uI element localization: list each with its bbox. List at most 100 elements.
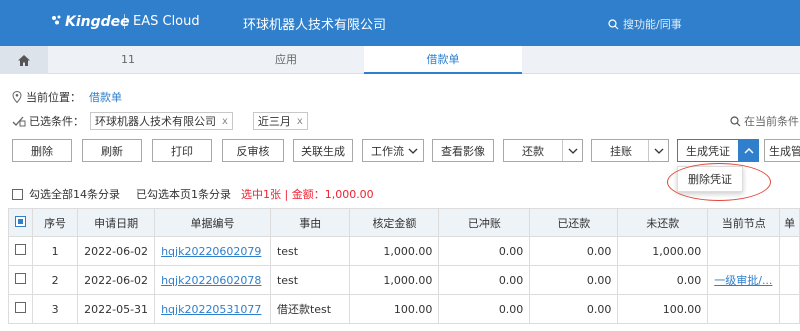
filter-row: 已选条件： 环球机器人技术有限公司 x 近三月 x bbox=[12, 111, 308, 131]
view-image-label: 查看影像 bbox=[441, 144, 485, 158]
row-checkbox-cell[interactable] bbox=[8, 236, 33, 266]
select-all-checkbox[interactable] bbox=[12, 188, 23, 200]
cell-reason: test bbox=[269, 265, 351, 295]
cell-approved: 100.00 bbox=[349, 294, 440, 324]
unaudit-button[interactable]: 反审核 bbox=[222, 139, 284, 162]
cell-reason: 借还款test bbox=[269, 294, 351, 324]
company-title[interactable]: 环球机器人技术有限公司 bbox=[243, 14, 386, 33]
kingdee-logo[interactable]: Kingdee bbox=[50, 14, 130, 30]
bill-code-link[interactable]: hqjk20220602078 bbox=[161, 274, 261, 287]
header-search[interactable]: 搜功能/同事 bbox=[608, 16, 682, 32]
cell-code: hqjk20220531077 bbox=[154, 294, 271, 324]
condition-search[interactable]: 在当前条件 bbox=[730, 113, 799, 129]
column-header[interactable]: 核定金额 bbox=[349, 208, 440, 237]
hang-account-dropdown[interactable]: 挂账 bbox=[591, 139, 669, 162]
location-value[interactable]: 借款单 bbox=[89, 91, 122, 104]
column-header[interactable]: 已冲账 bbox=[438, 208, 531, 237]
header-checkbox-cell[interactable] bbox=[8, 208, 33, 237]
column-header[interactable]: 申请日期 bbox=[77, 208, 156, 237]
related-generate-button[interactable]: 关联生成 bbox=[293, 139, 353, 162]
table-row[interactable]: 1 2022-06-02 hqjk20220602079 test 1,000.… bbox=[8, 236, 800, 266]
cell-node: 一级审批/... bbox=[707, 265, 781, 295]
chevron-down-icon bbox=[408, 148, 418, 154]
delete-button[interactable]: 删除 bbox=[12, 139, 72, 162]
cell-date: 2022-06-02 bbox=[77, 265, 156, 295]
highlight-annotation bbox=[667, 163, 771, 201]
home-icon bbox=[18, 54, 30, 66]
column-header[interactable]: 单 bbox=[779, 208, 800, 237]
filter-chip-company[interactable]: 环球机器人技术有限公司 x bbox=[90, 112, 233, 130]
location-label: 当前位置： bbox=[26, 91, 81, 104]
cell-repaid: 0.00 bbox=[529, 265, 619, 295]
cell-unpaid: 1,000.00 bbox=[617, 236, 709, 266]
close-icon[interactable]: x bbox=[222, 116, 228, 127]
filter-label: 已选条件： bbox=[29, 115, 84, 128]
hang-account-label: 挂账 bbox=[610, 144, 632, 158]
generate-voucher-toggle[interactable] bbox=[738, 140, 758, 161]
generate-more-button[interactable]: 生成管 bbox=[764, 139, 800, 162]
filter-chip-label: 环球机器人技术有限公司 bbox=[95, 115, 216, 128]
generate-voucher-dropdown[interactable]: 生成凭证 bbox=[677, 139, 759, 162]
select-all-label: 勾选全部14条分录 bbox=[29, 188, 120, 201]
logo-text: Kingdee bbox=[65, 14, 130, 30]
cell-date: 2022-06-02 bbox=[77, 236, 156, 266]
refresh-button[interactable]: 刷新 bbox=[82, 139, 142, 162]
filter-chip-label: 近三月 bbox=[257, 115, 291, 128]
row-checkbox-cell[interactable] bbox=[8, 294, 33, 324]
column-header[interactable]: 单据编号 bbox=[154, 208, 271, 237]
close-icon[interactable]: x bbox=[297, 116, 303, 127]
condition-search-placeholder: 在当前条件 bbox=[744, 115, 799, 128]
column-header[interactable]: 已还款 bbox=[529, 208, 619, 237]
cell-extra bbox=[779, 294, 800, 324]
cell-approved: 1,000.00 bbox=[349, 265, 440, 295]
repay-dropdown-toggle[interactable] bbox=[562, 140, 582, 161]
home-tab[interactable] bbox=[0, 46, 48, 74]
generate-voucher-label: 生成凭证 bbox=[686, 144, 730, 158]
column-header[interactable]: 当前节点 bbox=[707, 208, 781, 237]
product-name: EAS Cloud bbox=[124, 14, 200, 29]
column-header[interactable]: 未还款 bbox=[617, 208, 709, 237]
search-icon bbox=[730, 116, 741, 127]
bill-code-link[interactable]: hqjk20220531077 bbox=[161, 303, 261, 316]
row-checkbox[interactable] bbox=[15, 273, 26, 284]
cell-date: 2022-05-31 bbox=[77, 294, 156, 324]
view-image-button[interactable]: 查看影像 bbox=[432, 139, 494, 162]
hang-dropdown-toggle[interactable] bbox=[648, 140, 668, 161]
cell-unpaid: 100.00 bbox=[617, 294, 709, 324]
selected-amount: 选中1张 | 金额：1,000.00 bbox=[241, 188, 374, 201]
node-link[interactable]: 一级审批/... bbox=[714, 274, 772, 287]
table-row[interactable]: 3 2022-05-31 hqjk20220531077 借还款test 100… bbox=[8, 294, 800, 324]
header-checkbox[interactable] bbox=[15, 215, 26, 227]
selection-summary: 勾选全部14条分录 已勾选本页1条分录 选中1张 | 金额：1,000.00 bbox=[12, 186, 374, 202]
select-page-label: 已勾选本页1条分录 bbox=[136, 188, 231, 201]
row-checkbox[interactable] bbox=[15, 244, 26, 255]
tab-apps[interactable]: 应用 bbox=[208, 46, 364, 74]
tab-loan-bill[interactable]: 借款单 bbox=[364, 46, 522, 74]
repay-dropdown[interactable]: 还款 bbox=[503, 139, 583, 162]
filter-check-icon bbox=[12, 116, 26, 127]
print-button[interactable]: 打印 bbox=[152, 139, 212, 162]
unaudit-button-label: 反审核 bbox=[236, 144, 270, 158]
bill-code-link[interactable]: hqjk20220602079 bbox=[161, 245, 261, 258]
cell-no: 1 bbox=[31, 236, 79, 266]
loan-table: 序号 申请日期 单据编号 事由 核定金额 已冲账 已还款 未还款 当前节点 单 … bbox=[8, 208, 800, 324]
chevron-down-icon bbox=[654, 148, 663, 154]
column-header[interactable]: 序号 bbox=[31, 208, 79, 237]
cell-node bbox=[707, 236, 781, 266]
column-header[interactable]: 事由 bbox=[269, 208, 351, 237]
location-pin-icon bbox=[12, 90, 22, 104]
cell-repaid: 0.00 bbox=[529, 294, 619, 324]
workflow-dropdown[interactable]: 工作流 bbox=[362, 139, 424, 162]
cell-no: 3 bbox=[31, 294, 79, 324]
print-button-label: 打印 bbox=[171, 144, 193, 158]
chevron-down-icon bbox=[568, 148, 577, 154]
filter-chip-period[interactable]: 近三月 x bbox=[252, 112, 308, 130]
cell-approved: 1,000.00 bbox=[349, 236, 440, 266]
table-header-row: 序号 申请日期 单据编号 事由 核定金额 已冲账 已还款 未还款 当前节点 单 bbox=[8, 208, 800, 237]
tab-11[interactable]: 11 bbox=[48, 46, 208, 74]
cell-repaid: 0.00 bbox=[529, 236, 619, 266]
row-checkbox-cell[interactable] bbox=[8, 265, 33, 295]
row-checkbox[interactable] bbox=[15, 302, 26, 313]
table-row[interactable]: 2 2022-06-02 hqjk20220602078 test 1,000.… bbox=[8, 265, 800, 295]
cell-reason: test bbox=[269, 236, 351, 266]
